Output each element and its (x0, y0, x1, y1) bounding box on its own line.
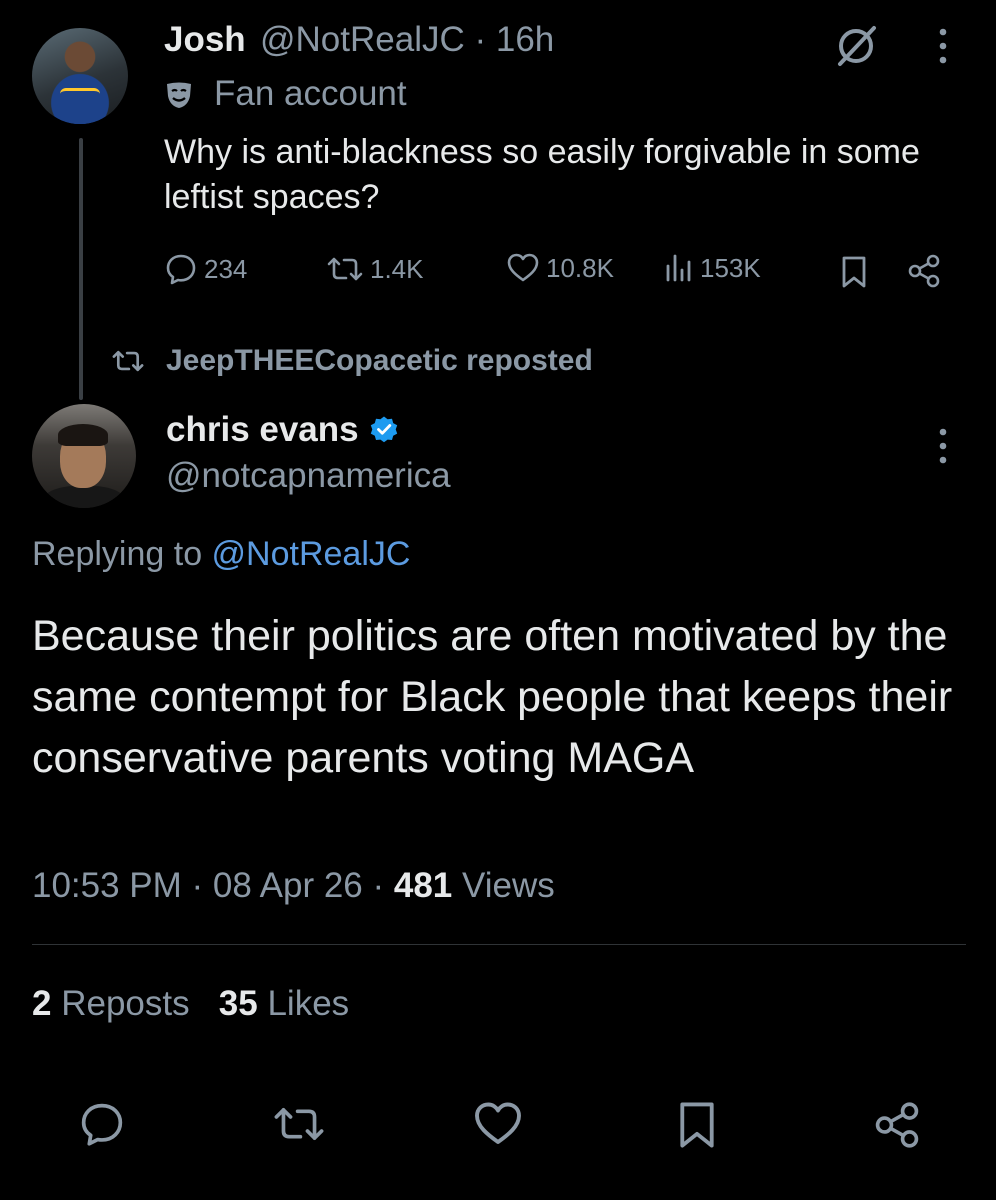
main-author-handle[interactable]: @notcapnamerica (166, 456, 451, 496)
tweet-time: 10:53 PM (32, 866, 182, 905)
likes-label: Likes (267, 984, 350, 1023)
replying-prefix: Replying to (32, 535, 212, 573)
like-count: 10.8K (546, 252, 614, 283)
parent-author-handle[interactable]: @NotRealJC (260, 20, 465, 59)
parent-avatar[interactable] (32, 28, 128, 124)
bookmark-button[interactable] (676, 1100, 718, 1150)
views-label: Views (462, 866, 555, 905)
fan-account-mask-icon (164, 80, 194, 110)
parent-like-stat[interactable]: 10.8K (506, 252, 614, 284)
parent-author-name[interactable]: Josh (164, 20, 246, 60)
grok-icon[interactable] (832, 22, 880, 70)
replying-to-line: Replying to @NotRealJC (32, 535, 410, 574)
share-icon[interactable] (906, 253, 942, 289)
repost-icon (326, 252, 364, 286)
views-count: 153K (700, 252, 761, 283)
main-avatar[interactable] (32, 404, 136, 508)
parent-views-stat[interactable]: 153K (664, 252, 761, 284)
parent-reply-stat[interactable]: 234 (164, 252, 247, 286)
like-icon (506, 252, 540, 284)
divider (32, 944, 966, 945)
repost-banner[interactable]: JeepTHEECopacetic reposted (110, 344, 593, 378)
repost-banner-label: JeepTHEECopacetic reposted (166, 344, 593, 377)
views-count-main[interactable]: 481 (394, 866, 452, 905)
reposts-link[interactable]: 2 Reposts (32, 984, 190, 1023)
reply-icon (78, 1100, 126, 1148)
like-button[interactable] (472, 1100, 524, 1148)
thread-line (79, 138, 83, 400)
repost-button[interactable] (272, 1100, 326, 1148)
repost-banner-icon (110, 346, 146, 376)
main-author-name-row[interactable]: chris evans (166, 410, 399, 450)
verified-badge-icon (369, 415, 399, 445)
replying-to-link[interactable]: @NotRealJC (212, 535, 411, 573)
parent-repost-stat[interactable]: 1.4K (326, 252, 424, 286)
reply-icon (164, 252, 198, 286)
main-tweet-text: Because their politics are often motivat… (32, 612, 953, 782)
fan-account-label: Fan account (214, 74, 407, 113)
share-button[interactable] (872, 1100, 922, 1150)
parent-tweet-text: Why is anti-blackness so easily forgivab… (164, 133, 920, 216)
reply-button[interactable] (78, 1100, 126, 1148)
tweet-meta: 10:53 PM · 08 Apr 26 · 481 Views (32, 866, 555, 905)
likes-link[interactable]: 35 Likes (219, 984, 349, 1023)
tweet-date: 08 Apr 26 (212, 866, 363, 905)
views-icon (664, 252, 694, 284)
bookmark-icon (676, 1100, 718, 1150)
like-icon (472, 1100, 524, 1148)
bookmark-icon[interactable] (840, 255, 868, 289)
engagement-counts: 2 Reposts 35 Likes (32, 984, 349, 1024)
parent-author-handle-time[interactable]: @NotRealJC · 16h (260, 20, 554, 60)
more-icon[interactable] (936, 26, 950, 66)
reposts-label: Reposts (61, 984, 190, 1023)
repost-icon (272, 1100, 326, 1148)
reply-count: 234 (204, 253, 248, 284)
repost-count: 1.4K (370, 253, 424, 284)
more-icon[interactable] (936, 426, 950, 466)
reposts-count: 2 (32, 984, 52, 1023)
likes-count: 35 (218, 984, 258, 1023)
main-author-name[interactable]: chris evans (166, 410, 359, 450)
share-icon (872, 1100, 922, 1150)
parent-time: · 16h (464, 20, 555, 59)
